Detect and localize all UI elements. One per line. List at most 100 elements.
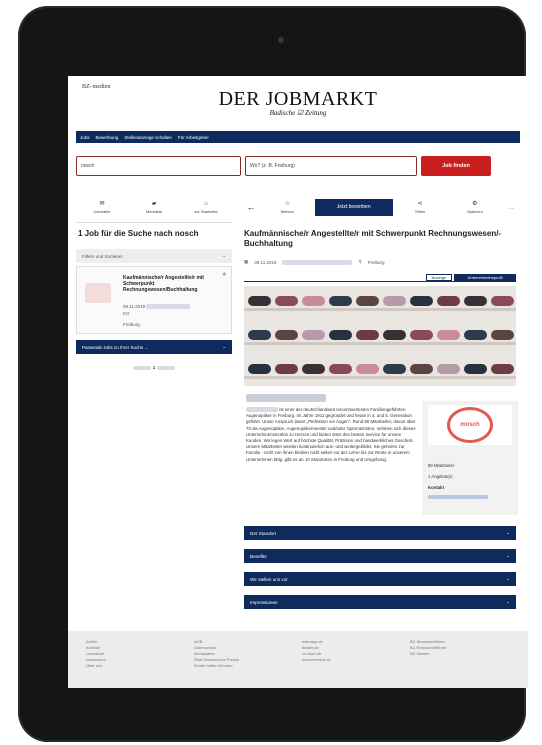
sunglasses [248, 364, 271, 374]
detail-tabs: Anzeige Unternehmensprofil [244, 274, 516, 282]
forward-arrow-icon[interactable]: → [502, 202, 520, 212]
sunglasses [437, 330, 460, 340]
blurred-heading [246, 394, 326, 402]
chevron-down-icon: ⌄ [506, 599, 510, 604]
sunglasses [383, 364, 406, 374]
sunglasses [383, 330, 406, 340]
sunglasses [275, 330, 298, 340]
accordion-wir-stellen-uns-vor[interactable]: Wir stellen uns vor ⌄ [244, 572, 516, 586]
job-result-card[interactable]: Kaufmännische/r Angestellte/r mit Schwer… [76, 266, 232, 334]
home-label: zur Startseite [194, 208, 218, 214]
card-company: KG [123, 311, 130, 316]
sunglasses [356, 330, 379, 340]
footer-link[interactable]: Über uns [86, 663, 106, 669]
company-contact: Kontakt [428, 485, 444, 490]
location-icon: ⚲ [358, 259, 362, 264]
nav-item-bewerbung[interactable]: Bewerbung [96, 135, 119, 140]
nav-item-arbeitgeber[interactable]: Für Arbeitgeber [178, 135, 209, 140]
sunglasses [464, 364, 487, 374]
folder-icon: ▰ [151, 201, 157, 207]
chevron-down-icon: ⌄ [506, 530, 510, 535]
filter-label: Filtern und Sortieren [82, 253, 123, 259]
merkliste-button[interactable]: ▰ Merkliste [128, 192, 180, 222]
sunglasses [356, 296, 379, 306]
footer-col-1: Archiv Kontakt Leserbrief Impressum Über… [86, 639, 106, 669]
accordion-standort[interactable]: Der Standort ⌄ [244, 526, 516, 540]
share-button[interactable]: ⋖ Teilen [393, 200, 448, 214]
sunglasses [329, 330, 352, 340]
sunglasses [383, 296, 406, 306]
footer-link[interactable]: BZ-Veseler [410, 651, 446, 657]
card-city: Freiburg [123, 322, 140, 327]
accordion-impressionen[interactable]: Impressionen ⌄ [244, 595, 516, 609]
sunglasses [464, 296, 487, 306]
results-title: 1 Job für die Suche nach nosch [78, 229, 199, 238]
pagination: 1 [76, 365, 232, 370]
footer-link[interactable]: Kinder helfen Kindern [194, 663, 239, 669]
jobmailer-button[interactable]: ✉ Jobmailer [76, 192, 128, 222]
nav-item-jobs[interactable]: Jobs [80, 135, 90, 140]
merken-button[interactable]: ☆ Merken [260, 200, 315, 214]
footer-col-3: schnapp.de fudder.de zu-tisch.de meinver… [302, 639, 331, 663]
gear-icon: ⚙ [471, 201, 478, 207]
sunglasses [491, 330, 514, 340]
hero-image [244, 286, 516, 386]
job-meta: ▦ 09.11.2019 ⚲ Freiburg [244, 259, 385, 265]
footer-col-2: AGB Datenschutz Mediadaten Radl Datensch… [194, 639, 239, 669]
right-toolbar: ← ☆ Merken Jetzt bewerben ⋖ Teilen ⚙ Opt… [242, 192, 520, 222]
camera [278, 37, 284, 43]
page-current[interactable]: 1 [153, 365, 156, 370]
sunglasses [275, 296, 298, 306]
jobmailer-label: Jobmailer [93, 209, 111, 214]
sunglasses [302, 364, 325, 374]
job-description: ist einer der deutschlandweit renommiert… [246, 407, 416, 462]
sunglasses [302, 330, 325, 340]
what-input[interactable]: nosch [76, 156, 241, 176]
job-date: 09.11.2019 [254, 259, 277, 265]
job-alert-bar[interactable]: Passende Jobs zu Ihrer Suche ... ⌄ [76, 340, 232, 354]
sunglasses [356, 364, 379, 374]
chevron-down-icon: ⌄ [222, 344, 226, 349]
company-box: mosch 80 Mitarbeiter 1 Angebot(e) Kontak… [422, 401, 518, 515]
header: BZ–medien DER JOBMARKT Badische ☑ Zeitun… [68, 76, 528, 117]
sunglasses [437, 296, 460, 306]
find-job-button[interactable]: Job finden [421, 156, 491, 176]
sunglasses [329, 296, 352, 306]
apply-button[interactable]: Jetzt bewerben [314, 198, 393, 216]
logo-title: DER JOBMARKT [218, 88, 378, 110]
calendar-icon: ▦ [244, 259, 249, 264]
company-logo[interactable]: mosch [428, 405, 512, 445]
options-label: Optionen [466, 209, 483, 214]
logo-subtitle: Badische ☑ Zeitung [269, 109, 327, 117]
home-icon: ⌂ [204, 200, 208, 207]
sunglasses [410, 296, 433, 306]
main-nav: Jobs Bewerbung Stellenanzeige schalten F… [76, 131, 520, 143]
star-icon[interactable]: ★ [222, 271, 227, 278]
tab-unternehmensprofil[interactable]: Unternehmensprofil [454, 274, 516, 281]
accordion-benefits[interactable]: Benefits ⌄ [244, 549, 516, 563]
sunglasses [491, 296, 514, 306]
sunglasses [464, 330, 487, 340]
tab-anzeige[interactable]: Anzeige [426, 274, 452, 281]
tablet-frame: BZ–medien DER JOBMARKT Badische ☑ Zeitun… [18, 6, 528, 742]
chevron-down-icon: ⌄ [222, 253, 226, 258]
logo[interactable]: DER JOBMARKT Badische ☑ Zeitung [68, 88, 528, 117]
options-button[interactable]: ⚙ Optionen [447, 200, 502, 214]
nav-item-stellenanzeige[interactable]: Stellenanzeige schalten [124, 135, 172, 140]
screen: BZ–medien DER JOBMARKT Badische ☑ Zeitun… [68, 76, 528, 688]
sunglasses [410, 330, 433, 340]
footer-link[interactable]: meinverband.de [302, 657, 331, 663]
back-arrow-icon[interactable]: ← [242, 202, 260, 212]
home-button[interactable]: ⌂ zur Startseite [180, 192, 232, 222]
chevron-down-icon: ⌄ [506, 553, 510, 558]
sunglasses [275, 364, 298, 374]
left-toolbar: ✉ Jobmailer ▰ Merkliste ⌂ zur Startseite [76, 192, 232, 223]
star-icon: ☆ [284, 201, 291, 207]
where-input[interactable]: Wo? (z. B. Freiburg) [245, 156, 417, 176]
filter-sort-toggle[interactable]: Filtern und Sortieren ⌄ [76, 249, 232, 263]
search-bar: nosch Wo? (z. B. Freiburg) Job finden [76, 156, 520, 176]
sunglasses [248, 330, 271, 340]
sunglasses [437, 364, 460, 374]
card-date: 09.11.2019 [123, 304, 191, 310]
sunglasses [248, 296, 271, 306]
